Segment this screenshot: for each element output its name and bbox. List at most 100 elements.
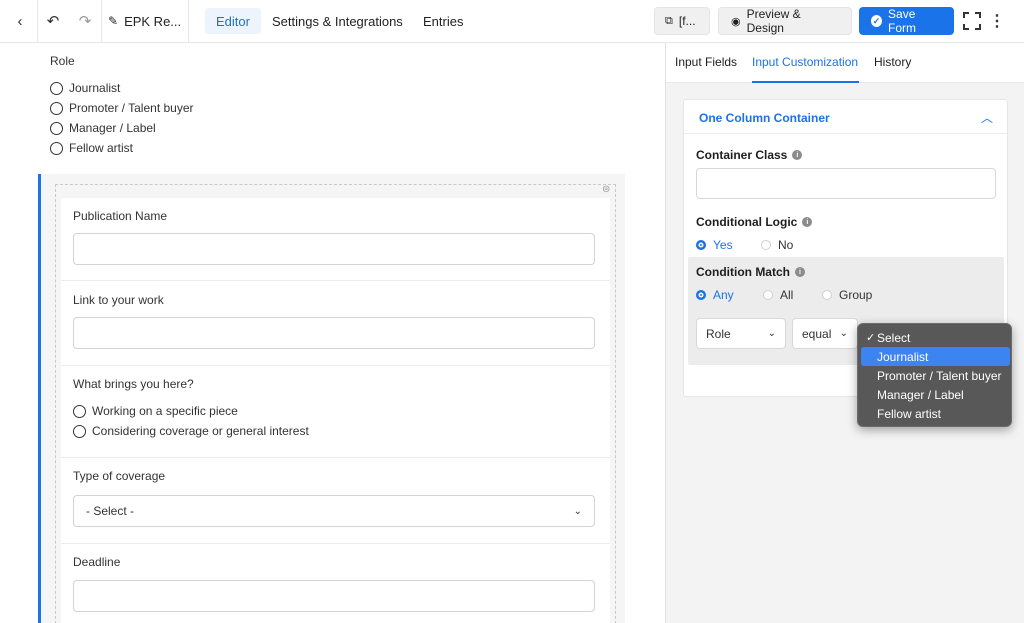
panel-tabs: Input Fields Input Customization History xyxy=(666,43,1024,83)
fullscreen-icon[interactable] xyxy=(962,0,982,42)
deadline-field[interactable]: Deadline xyxy=(61,544,610,623)
radio-icon xyxy=(50,141,63,155)
role-option-manager[interactable]: Manager / Label xyxy=(50,121,156,135)
role-option-journalist[interactable]: Journalist xyxy=(50,81,120,95)
conditional-yes-radio[interactable]: Yes xyxy=(696,238,733,252)
option-label: Promoter / Talent buyer xyxy=(69,101,194,115)
field-label: Type of coverage xyxy=(73,469,166,483)
option-label: Promoter / Talent buyer xyxy=(877,368,1002,383)
publication-name-input[interactable] xyxy=(73,233,595,265)
dropdown-option-promoter[interactable]: Promoter / Talent buyer xyxy=(861,366,1010,385)
tab-input-fields[interactable]: Input Fields xyxy=(675,55,737,69)
dropdown-option-manager[interactable]: Manager / Label xyxy=(861,385,1010,404)
shortcode-button[interactable]: ⧉ [f... xyxy=(654,7,710,35)
radio-icon xyxy=(50,101,63,115)
match-all-radio[interactable]: All xyxy=(763,288,793,302)
eye-icon: ◉ xyxy=(731,15,741,28)
field-label: Link to your work xyxy=(73,293,164,307)
option-label: Journalist xyxy=(69,81,121,95)
option-label: Working on a specific piece xyxy=(92,404,238,418)
radio-icon xyxy=(73,424,86,438)
conditional-logic-label: Conditional Logic i xyxy=(696,215,813,229)
card-header[interactable]: One Column Container ︿ xyxy=(684,100,1007,134)
dropdown-option-fellow-artist[interactable]: Fellow artist xyxy=(861,404,1010,423)
form-canvas: Role Journalist Promoter / Talent buyer … xyxy=(0,43,665,623)
option-label: Considering coverage or general interest xyxy=(92,424,309,438)
toolbar-divider xyxy=(101,0,102,42)
check-circle-icon: ✓ xyxy=(871,15,883,27)
brings-option-general[interactable]: Considering coverage or general interest xyxy=(73,424,309,438)
info-icon[interactable]: i xyxy=(792,150,803,160)
option-label: Journalist xyxy=(877,349,929,364)
shortcode-label: [f... xyxy=(678,14,696,28)
role-label: Role xyxy=(50,54,75,68)
form-title[interactable]: ✎ EPK Re... xyxy=(108,0,181,42)
top-toolbar: ‹ ↶ ↷ ✎ EPK Re... Editor Settings & Inte… xyxy=(0,0,1024,43)
match-group-radio[interactable]: Group xyxy=(822,288,872,302)
info-icon[interactable]: i xyxy=(802,217,813,227)
coverage-type-select[interactable]: - Select - ⌄ xyxy=(73,495,595,527)
radio-icon xyxy=(763,290,773,300)
rule-field-select[interactable]: Role ⌄ xyxy=(696,318,786,349)
coverage-type-field[interactable]: Type of coverage - Select - ⌄ xyxy=(61,458,610,544)
rule-operator-select[interactable]: equal ⌄ xyxy=(792,318,858,349)
more-vertical-icon[interactable]: ⋮ xyxy=(989,0,1005,42)
toolbar-divider xyxy=(37,0,38,42)
radio-icon xyxy=(50,121,63,135)
match-any-radio[interactable]: Any xyxy=(696,288,734,302)
tab-entries[interactable]: Entries xyxy=(412,8,474,34)
link-work-field[interactable]: Link to your work xyxy=(61,281,610,366)
role-option-fellow-artist[interactable]: Fellow artist xyxy=(50,141,133,155)
redo-icon[interactable]: ↷ xyxy=(74,0,96,42)
conditional-no-radio[interactable]: No xyxy=(761,238,793,252)
option-label: Group xyxy=(839,288,873,302)
dropdown-option-journalist[interactable]: Journalist xyxy=(861,347,1010,366)
tab-input-customization[interactable]: Input Customization xyxy=(752,55,858,69)
chevron-up-icon[interactable]: ︿ xyxy=(981,109,993,126)
info-icon[interactable]: i xyxy=(794,267,805,277)
select-value: equal xyxy=(802,326,832,341)
radio-selected-icon xyxy=(696,240,706,250)
checkmark-icon: ✓ xyxy=(866,332,876,344)
field-label: Publication Name xyxy=(73,209,168,223)
save-label: Save Form xyxy=(888,7,917,35)
pencil-icon: ✎ xyxy=(108,14,119,28)
option-label: Fellow artist xyxy=(877,406,942,421)
drag-handle-icon[interactable]: ⊜ xyxy=(602,184,610,195)
toolbar-divider xyxy=(188,0,189,42)
option-label: Manager / Label xyxy=(69,121,156,135)
select-value: - Select - xyxy=(86,504,135,518)
option-label: No xyxy=(778,238,794,252)
what-brings-field[interactable]: What brings you here? Working on a speci… xyxy=(61,366,610,458)
back-icon[interactable]: ‹ xyxy=(10,0,30,42)
active-tab-indicator xyxy=(752,81,859,83)
chevron-down-icon: ⌄ xyxy=(573,505,582,517)
save-form-button[interactable]: ✓ Save Form xyxy=(859,7,954,35)
deadline-input[interactable] xyxy=(73,580,595,612)
container-class-input[interactable] xyxy=(696,168,996,199)
select-value: Role xyxy=(706,326,731,341)
radio-selected-icon xyxy=(696,290,706,300)
radio-icon xyxy=(761,240,771,250)
container-fields: Publication Name Link to your work What … xyxy=(61,198,610,623)
tab-settings-integrations[interactable]: Settings & Integrations xyxy=(261,8,414,34)
radio-icon xyxy=(822,290,832,300)
field-label: Deadline xyxy=(73,555,121,569)
dropdown-option-select[interactable]: ✓ Select xyxy=(861,328,1010,347)
tab-editor[interactable]: Editor xyxy=(205,8,261,34)
one-column-container[interactable]: ⊜ Publication Name Link to your work Wha… xyxy=(38,174,625,623)
tab-history[interactable]: History xyxy=(874,55,911,69)
rule-value-dropdown: ✓ Select Journalist Promoter / Talent bu… xyxy=(857,323,1012,427)
card-title: One Column Container xyxy=(699,111,830,125)
role-option-promoter[interactable]: Promoter / Talent buyer xyxy=(50,101,194,115)
link-work-input[interactable] xyxy=(73,317,595,349)
option-label: Any xyxy=(713,288,734,302)
undo-icon[interactable]: ↶ xyxy=(42,0,64,42)
option-label: All xyxy=(780,288,794,302)
label-text: Container Class xyxy=(696,148,788,162)
condition-match-label: Condition Match i xyxy=(696,265,805,279)
brings-option-specific[interactable]: Working on a specific piece xyxy=(73,404,238,418)
chevron-down-icon: ⌄ xyxy=(767,328,776,339)
publication-name-field[interactable]: Publication Name xyxy=(61,198,610,281)
preview-design-button[interactable]: ◉ Preview & Design xyxy=(718,7,852,35)
